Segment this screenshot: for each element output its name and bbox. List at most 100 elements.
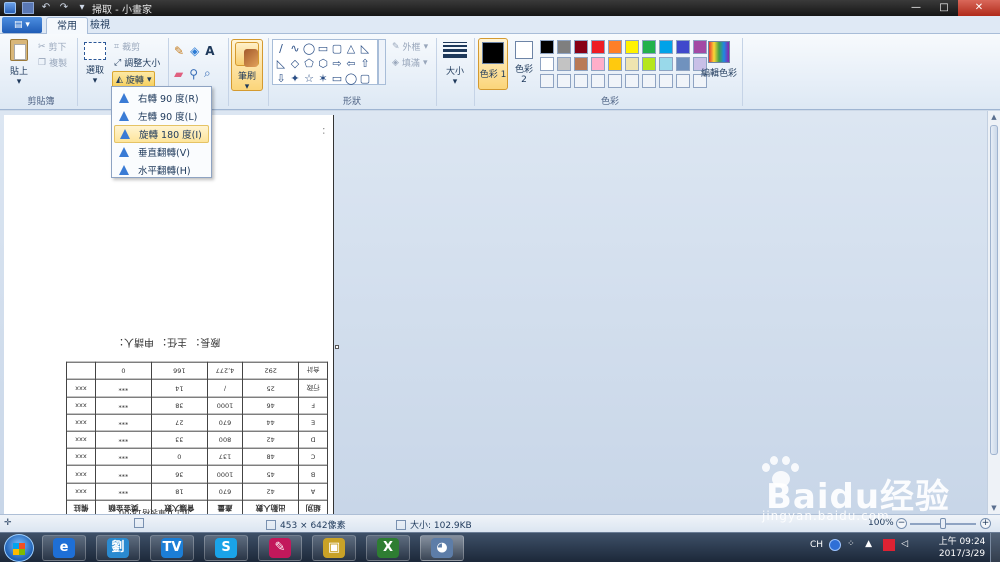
ime-icon[interactable]: ⁘	[847, 539, 859, 551]
shape-item[interactable]: ◺	[274, 56, 288, 71]
palette-swatch[interactable]	[676, 57, 690, 71]
shape-item[interactable]: ✶	[316, 71, 330, 86]
shape-item[interactable]: ▢	[330, 41, 344, 56]
brushes-button[interactable]: 筆刷 ▾	[231, 39, 263, 92]
menu-item-rotate-left-90[interactable]: 左轉 90 度(L)	[114, 107, 209, 125]
edit-colors-button[interactable]: 編輯色彩	[700, 41, 738, 79]
menu-item-rotate-180[interactable]: 旋轉 180 度(I)	[114, 125, 209, 143]
save-icon[interactable]	[22, 2, 34, 14]
menu-item-flip-vertical[interactable]: 垂直翻轉(V)	[114, 143, 209, 161]
taskbar-app-button[interactable]: e	[42, 535, 86, 561]
customize-chevron-icon[interactable]: ▾	[76, 2, 88, 14]
palette-swatch[interactable]	[557, 74, 571, 88]
zoom-in-button[interactable]: +	[980, 518, 991, 529]
palette-swatch[interactable]	[625, 74, 639, 88]
shape-item[interactable]: ⬡	[316, 56, 330, 71]
taskbar-app-button[interactable]: ✎	[258, 535, 302, 561]
scroll-up-icon[interactable]: ▲	[988, 111, 1000, 123]
palette-swatch[interactable]	[642, 57, 656, 71]
paint-menu-button[interactable]: ▤ ▾	[2, 17, 42, 33]
palette-swatch[interactable]	[574, 40, 588, 54]
taskbar-clock[interactable]: 上午 09:24 2017/3/29	[938, 536, 986, 560]
vertical-scrollbar[interactable]: ▲ ▼	[987, 111, 1000, 514]
taskbar-app-button[interactable]: ▣	[312, 535, 356, 561]
undo-icon[interactable]: ↶	[40, 2, 52, 14]
taskbar-app-button[interactable]: 劉	[96, 535, 140, 561]
color1-button[interactable]: 色彩 1	[478, 38, 508, 90]
resize-button[interactable]: ⤢ 調整大小	[114, 56, 160, 70]
palette-swatch[interactable]	[591, 57, 605, 71]
palette-swatch[interactable]	[557, 40, 571, 54]
shape-item[interactable]: △	[344, 41, 358, 56]
menu-item-flip-horizontal[interactable]: 水平翻轉(H)	[114, 161, 209, 179]
zoom-out-button[interactable]: −	[896, 518, 907, 529]
show-hidden-icons[interactable]: ▲	[865, 539, 877, 551]
shape-item[interactable]: ✦	[288, 71, 302, 86]
cut-button[interactable]: ✂ 剪下	[38, 40, 67, 54]
shape-item[interactable]: ⇩	[274, 71, 288, 86]
fill-bucket-icon[interactable]: ◈	[190, 44, 199, 58]
shape-item[interactable]: ∿	[288, 41, 302, 56]
shapes-gallery-scroll[interactable]	[378, 39, 386, 85]
text-tool-icon[interactable]: A	[205, 44, 214, 58]
color-picker-icon[interactable]: ⚲	[189, 67, 198, 81]
color2-button[interactable]: 色彩 2	[511, 41, 537, 85]
shape-item[interactable]: ◯	[302, 41, 316, 56]
shape-item[interactable]: ▢	[358, 71, 372, 86]
palette-swatch[interactable]	[591, 74, 605, 88]
palette-swatch[interactable]	[540, 74, 554, 88]
taskbar-app-button[interactable]: X	[366, 535, 410, 561]
zoom-slider-thumb[interactable]	[940, 518, 946, 529]
show-desktop-button[interactable]	[990, 533, 1000, 562]
shape-item[interactable]: ⇨	[330, 56, 344, 71]
palette-swatch[interactable]	[642, 74, 656, 88]
size-button[interactable]: 大小 ▾	[440, 42, 470, 87]
shape-item[interactable]: ⇦	[344, 56, 358, 71]
pencil-icon[interactable]: ✎	[174, 44, 184, 58]
palette-swatch[interactable]	[676, 74, 690, 88]
maximize-button[interactable]: □	[930, 0, 958, 16]
network-icon[interactable]	[883, 539, 896, 551]
palette-swatch[interactable]	[625, 40, 639, 54]
palette-swatch[interactable]	[625, 57, 639, 71]
shape-item[interactable]: ◯	[344, 71, 358, 86]
shape-item[interactable]: ⇧	[358, 56, 372, 71]
shape-item[interactable]: ◺	[358, 41, 372, 56]
copy-button[interactable]: ❐ 複製	[38, 56, 67, 70]
palette-swatch[interactable]	[574, 74, 588, 88]
palette-swatch[interactable]	[642, 40, 656, 54]
scrollbar-thumb[interactable]	[990, 125, 998, 455]
tab-view[interactable]: 檢視	[80, 17, 120, 34]
palette-swatch[interactable]	[574, 57, 588, 71]
input-language[interactable]: CH	[810, 540, 823, 550]
shape-item[interactable]: ∕	[274, 41, 288, 56]
crop-button[interactable]: ⌗ 裁剪	[114, 40, 140, 54]
palette-swatch[interactable]	[591, 40, 605, 54]
shape-item[interactable]: ▭	[316, 41, 330, 56]
shape-item[interactable]: ◇	[288, 56, 302, 71]
start-button[interactable]	[4, 534, 34, 562]
minimize-button[interactable]: —	[902, 0, 930, 16]
palette-swatch[interactable]	[557, 57, 571, 71]
paste-button[interactable]: 貼上 ▾	[8, 39, 30, 87]
palette-swatch[interactable]	[608, 57, 622, 71]
shape-item[interactable]: ▭	[330, 71, 344, 86]
taskbar-app-button[interactable]: ◕	[420, 535, 464, 561]
fill-button[interactable]: ◈ 填滿 ▾	[392, 56, 427, 70]
palette-swatch[interactable]	[659, 57, 673, 71]
help-icon[interactable]	[829, 539, 842, 551]
scroll-down-icon[interactable]: ▼	[988, 502, 1000, 514]
shape-item[interactable]: ⬠	[302, 56, 316, 71]
outline-button[interactable]: ✎ 外框 ▾	[392, 40, 428, 54]
palette-swatch[interactable]	[540, 57, 554, 71]
app-icon[interactable]	[4, 2, 16, 14]
close-button[interactable]: ✕	[958, 0, 1000, 16]
magnifier-icon[interactable]: ⌕	[204, 66, 211, 81]
palette-swatch[interactable]	[659, 74, 673, 88]
palette-swatch[interactable]	[659, 40, 673, 54]
palette-swatch[interactable]	[608, 74, 622, 88]
eraser-icon[interactable]: ▰	[174, 67, 183, 81]
speaker-icon[interactable]: ◁	[901, 539, 913, 551]
shape-item[interactable]: ☆	[302, 71, 316, 86]
menu-item-rotate-right-90[interactable]: 右轉 90 度(R)	[114, 89, 209, 107]
